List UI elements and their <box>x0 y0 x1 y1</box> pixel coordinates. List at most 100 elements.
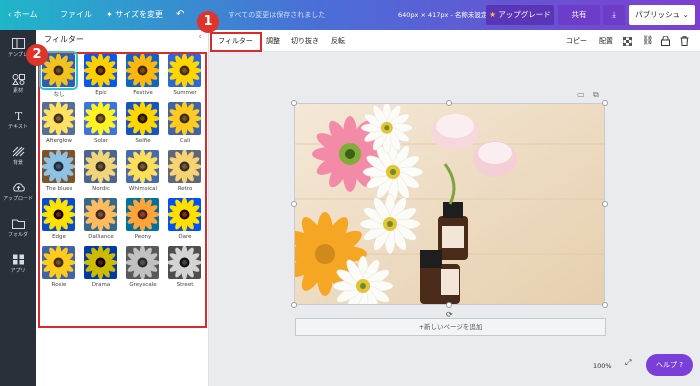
fullscreen-icon[interactable]: ⤢ <box>625 358 631 368</box>
download-button[interactable]: ⤓ <box>603 5 625 25</box>
filter-thumb-festive[interactable] <box>126 54 159 87</box>
undo-icon[interactable]: ↶ <box>176 0 184 30</box>
duplicate-icon[interactable]: ⧉ <box>593 90 599 100</box>
resize-handle[interactable] <box>291 302 297 308</box>
resize-handle[interactable] <box>602 201 608 207</box>
filter-thumb-drama[interactable] <box>84 246 117 279</box>
sunflower-image <box>42 102 75 135</box>
filter-thumb-dare[interactable] <box>168 198 201 231</box>
upgrade-button[interactable]: ★ アップグレード <box>486 5 554 25</box>
filter-thumb-rosie[interactable] <box>42 246 75 279</box>
left-rail: テンプレ 素材 T テキスト 背景 アップロード フォルダ アプリ <box>0 30 36 386</box>
copy-button[interactable]: コピー <box>566 30 587 52</box>
sunflower-image <box>42 246 75 279</box>
rail-item-apps[interactable]: アプリ <box>0 248 36 284</box>
adjust-tool-button[interactable]: 調整 <box>266 30 280 52</box>
filter-tool-button[interactable]: フィルター <box>218 30 253 52</box>
publish-button[interactable]: パブリッシュ ⌄ <box>629 5 695 25</box>
filter-label: Festive <box>133 90 153 96</box>
resize-handle[interactable] <box>602 302 608 308</box>
rail-item-upload[interactable]: アップロード <box>0 176 36 212</box>
filter-label: Greyscale <box>129 282 157 288</box>
resize-handle[interactable] <box>291 201 297 207</box>
rail-item-text[interactable]: T テキスト <box>0 104 36 140</box>
filter-label: Epic <box>95 90 107 96</box>
share-button[interactable]: 共有 <box>558 5 600 25</box>
filter-panel: フィルター ‹ なし Epic Festive Summer Afterglow Sola… <box>36 30 209 386</box>
home-link[interactable]: ‹ ホーム <box>8 0 38 30</box>
filter-thumb-retro[interactable] <box>168 150 201 183</box>
background-icon <box>12 146 24 157</box>
sunflower-image <box>42 150 75 183</box>
filter-thumb-peony[interactable] <box>126 198 159 231</box>
comment-icon[interactable]: ▭ <box>577 90 585 99</box>
filter-thumb-solar[interactable] <box>84 102 117 135</box>
arrange-button[interactable]: 配置 <box>599 30 613 52</box>
sunflower-image <box>168 246 201 279</box>
flip-tool-button[interactable]: 反転 <box>331 30 345 52</box>
rail-item-background[interactable]: 背景 <box>0 140 36 176</box>
rail-item-elements[interactable]: 素材 <box>0 68 36 104</box>
sunflower-image <box>84 198 117 231</box>
transparency-icon[interactable] <box>622 30 633 52</box>
filter-label: なし <box>53 92 65 98</box>
app-window: ‹ ホーム ファイル ✦ サイズを変更 ↶ すべての変更は保存されました 640… <box>0 0 700 386</box>
download-icon: ⤓ <box>612 10 616 19</box>
link-icon[interactable]: ⛓ <box>642 30 653 52</box>
trash-icon[interactable] <box>680 30 689 52</box>
sunflower-image <box>84 246 117 279</box>
sunflower-image <box>168 198 201 231</box>
zoom-level[interactable]: 100% <box>593 358 612 374</box>
resize-handle[interactable] <box>446 302 452 308</box>
filter-label: The blues <box>45 186 73 192</box>
apps-icon <box>12 254 24 265</box>
annotation-badge-1: 1 <box>197 11 219 33</box>
file-menu[interactable]: ファイル <box>60 0 92 30</box>
filter-thumb-selfie[interactable] <box>126 102 159 135</box>
filter-thumb-street[interactable] <box>168 246 201 279</box>
folder-icon <box>11 219 25 229</box>
rail-item-folder[interactable]: フォルダ <box>0 212 36 248</box>
filter-thumb-the-blues[interactable] <box>42 150 75 183</box>
doc-info: 640px × 417px - 名称未設定 <box>398 11 488 19</box>
filter-label: Cali <box>179 138 191 144</box>
upload-icon <box>12 183 25 192</box>
filter-thumb-greyscale[interactable] <box>126 246 159 279</box>
svg-text:T: T <box>14 110 22 121</box>
canvas-area: ▭ ⧉ ⟳ +新しいページを追加 100% ⤢ ヘルプ ? <box>209 52 700 386</box>
panel-title: フィルター <box>44 35 84 44</box>
filter-label: Retro <box>177 186 193 192</box>
template-icon <box>11 38 25 49</box>
resize-handle[interactable] <box>602 100 608 106</box>
filter-label: Afterglow <box>46 138 72 144</box>
elements-icon <box>11 74 25 85</box>
lock-icon[interactable] <box>661 30 670 52</box>
annotation-badge-2: 2 <box>26 44 48 66</box>
star-icon: ★ <box>489 10 499 19</box>
filter-thumb-afterglow[interactable] <box>42 102 75 135</box>
sunflower-image <box>42 198 75 231</box>
filter-thumb-epic[interactable] <box>84 54 117 87</box>
crop-tool-button[interactable]: 切り抜き <box>291 30 319 52</box>
filter-thumb-edge[interactable] <box>42 198 75 231</box>
filter-thumb-nordic[interactable] <box>84 150 117 183</box>
filter-label: Dalliance <box>88 234 114 240</box>
resize-handle[interactable] <box>291 100 297 106</box>
sunflower-image <box>168 150 201 183</box>
sunflower-image <box>168 54 201 87</box>
filter-label: Nordic <box>92 186 110 192</box>
sunflower-image <box>126 198 159 231</box>
filter-thumb-cali[interactable] <box>168 102 201 135</box>
sunflower-image <box>84 54 117 87</box>
add-page-button[interactable]: +新しいページを追加 <box>295 318 606 336</box>
sunflower-image <box>84 102 117 135</box>
help-button[interactable]: ヘルプ ? <box>646 354 693 376</box>
chevron-left-icon: ‹ <box>198 32 202 42</box>
filter-thumb-summer[interactable] <box>168 54 201 87</box>
resize-handle[interactable] <box>446 100 452 106</box>
selected-photo[interactable] <box>294 103 605 305</box>
resize-menu[interactable]: ✦ サイズを変更 <box>106 0 163 30</box>
edit-toolbar: フィルター 調整 切り抜き 反転 コピー 配置 ⛓ <box>209 30 700 52</box>
filter-thumb-whimsical[interactable] <box>126 150 159 183</box>
filter-thumb-dalliance[interactable] <box>84 198 117 231</box>
